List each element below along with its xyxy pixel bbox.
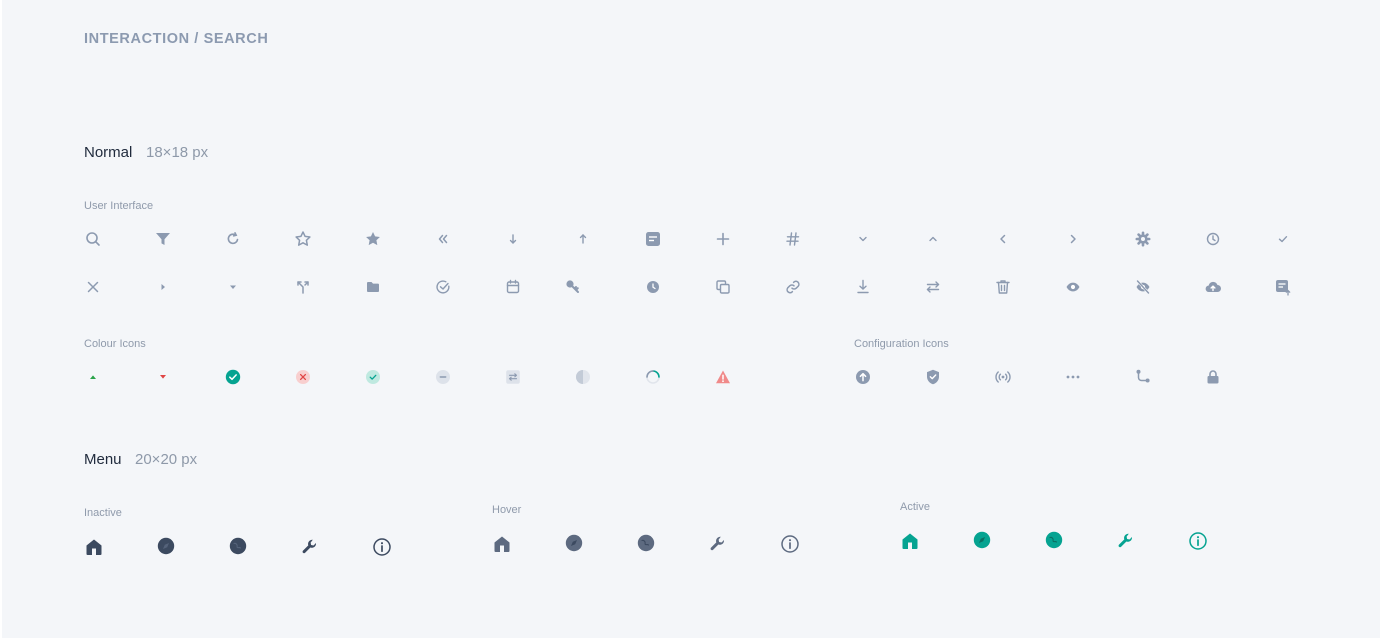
wrench-hover-icon[interactable]: [706, 532, 730, 556]
wrench-icon[interactable]: [298, 535, 322, 559]
hash-icon[interactable]: [782, 228, 804, 250]
lock-icon[interactable]: [1202, 366, 1224, 388]
plus-icon[interactable]: [712, 228, 734, 250]
globe-hover-icon[interactable]: [634, 531, 658, 555]
chevron-left-icon[interactable]: [992, 228, 1014, 250]
arrow-up-circle-icon[interactable]: [852, 366, 874, 388]
clock-filled-icon[interactable]: [642, 276, 664, 298]
normal-section-size: 18×18 px: [146, 144, 209, 161]
shield-check-icon[interactable]: [922, 366, 944, 388]
spinner-icon: [642, 366, 664, 388]
calendar-icon[interactable]: [502, 276, 524, 298]
copy-icon[interactable]: [712, 276, 734, 298]
status-error-icon: [292, 366, 314, 388]
page-title: INTERACTION / SEARCH: [84, 31, 269, 47]
triangle-up-icon: [82, 366, 104, 388]
check-icon[interactable]: [1272, 228, 1294, 250]
check-circle-icon[interactable]: [432, 276, 454, 298]
menu-section-size: 20×20 px: [135, 451, 198, 468]
gear-icon[interactable]: [1132, 228, 1154, 250]
triangle-down-icon: [152, 366, 174, 388]
configuration-icons-label: Configuration Icons: [854, 338, 949, 350]
eye-icon[interactable]: [1062, 276, 1084, 298]
info-active-icon[interactable]: [1186, 529, 1210, 553]
inactive-label: Inactive: [84, 507, 122, 519]
chevron-up-icon[interactable]: [922, 228, 944, 250]
trash-icon[interactable]: [992, 276, 1014, 298]
info-icon[interactable]: [370, 535, 394, 559]
status-success-light-icon: [362, 366, 384, 388]
chevrons-left-icon[interactable]: [432, 228, 454, 250]
filter-icon[interactable]: [152, 228, 174, 250]
wrench-active-icon[interactable]: [1114, 529, 1138, 553]
home-active-icon[interactable]: [898, 529, 922, 553]
more-dots-icon[interactable]: [1062, 366, 1084, 388]
normal-section-title: Normal: [84, 144, 133, 161]
active-label: Active: [900, 501, 930, 513]
chevron-down-icon[interactable]: [852, 228, 874, 250]
swap-icon[interactable]: [922, 276, 944, 298]
globe-active-icon[interactable]: [1042, 528, 1066, 552]
note-upload-icon[interactable]: [1272, 276, 1294, 298]
home-hover-icon[interactable]: [490, 532, 514, 556]
merge-icon[interactable]: [292, 276, 314, 298]
clock-icon[interactable]: [1202, 228, 1224, 250]
globe-icon[interactable]: [226, 534, 250, 558]
hover-label: Hover: [492, 504, 522, 516]
status-transfer-icon: [502, 366, 524, 388]
compass-icon[interactable]: [154, 534, 178, 558]
status-neutral-icon: [432, 366, 454, 388]
home-icon[interactable]: [82, 535, 106, 559]
refresh-icon[interactable]: [222, 228, 244, 250]
chevron-right-icon[interactable]: [1062, 228, 1084, 250]
menu-section-title: Menu: [84, 451, 122, 468]
download-icon[interactable]: [852, 276, 874, 298]
caret-down-icon[interactable]: [222, 276, 244, 298]
folder-icon[interactable]: [362, 276, 384, 298]
pie-progress-icon: [572, 366, 594, 388]
broadcast-icon[interactable]: [992, 366, 1014, 388]
arrow-down-icon[interactable]: [502, 228, 524, 250]
warning-icon: [712, 366, 734, 388]
status-success-icon: [222, 366, 244, 388]
cloud-upload-icon[interactable]: [1202, 276, 1224, 298]
search-icon[interactable]: [82, 228, 104, 250]
compass-hover-icon[interactable]: [562, 531, 586, 555]
user-interface-label: User Interface: [84, 200, 154, 212]
info-hover-icon[interactable]: [778, 532, 802, 556]
caret-right-icon[interactable]: [152, 276, 174, 298]
key-icon[interactable]: [562, 276, 584, 298]
note-icon[interactable]: [642, 228, 664, 250]
eye-off-icon[interactable]: [1132, 276, 1154, 298]
route-icon[interactable]: [1132, 366, 1154, 388]
link-icon[interactable]: [782, 276, 804, 298]
star-filled-icon[interactable]: [362, 228, 384, 250]
star-outline-icon[interactable]: [292, 228, 314, 250]
compass-active-icon[interactable]: [970, 528, 994, 552]
close-icon[interactable]: [82, 276, 104, 298]
colour-icons-label: Colour Icons: [84, 338, 146, 350]
arrow-up-icon[interactable]: [572, 228, 594, 250]
